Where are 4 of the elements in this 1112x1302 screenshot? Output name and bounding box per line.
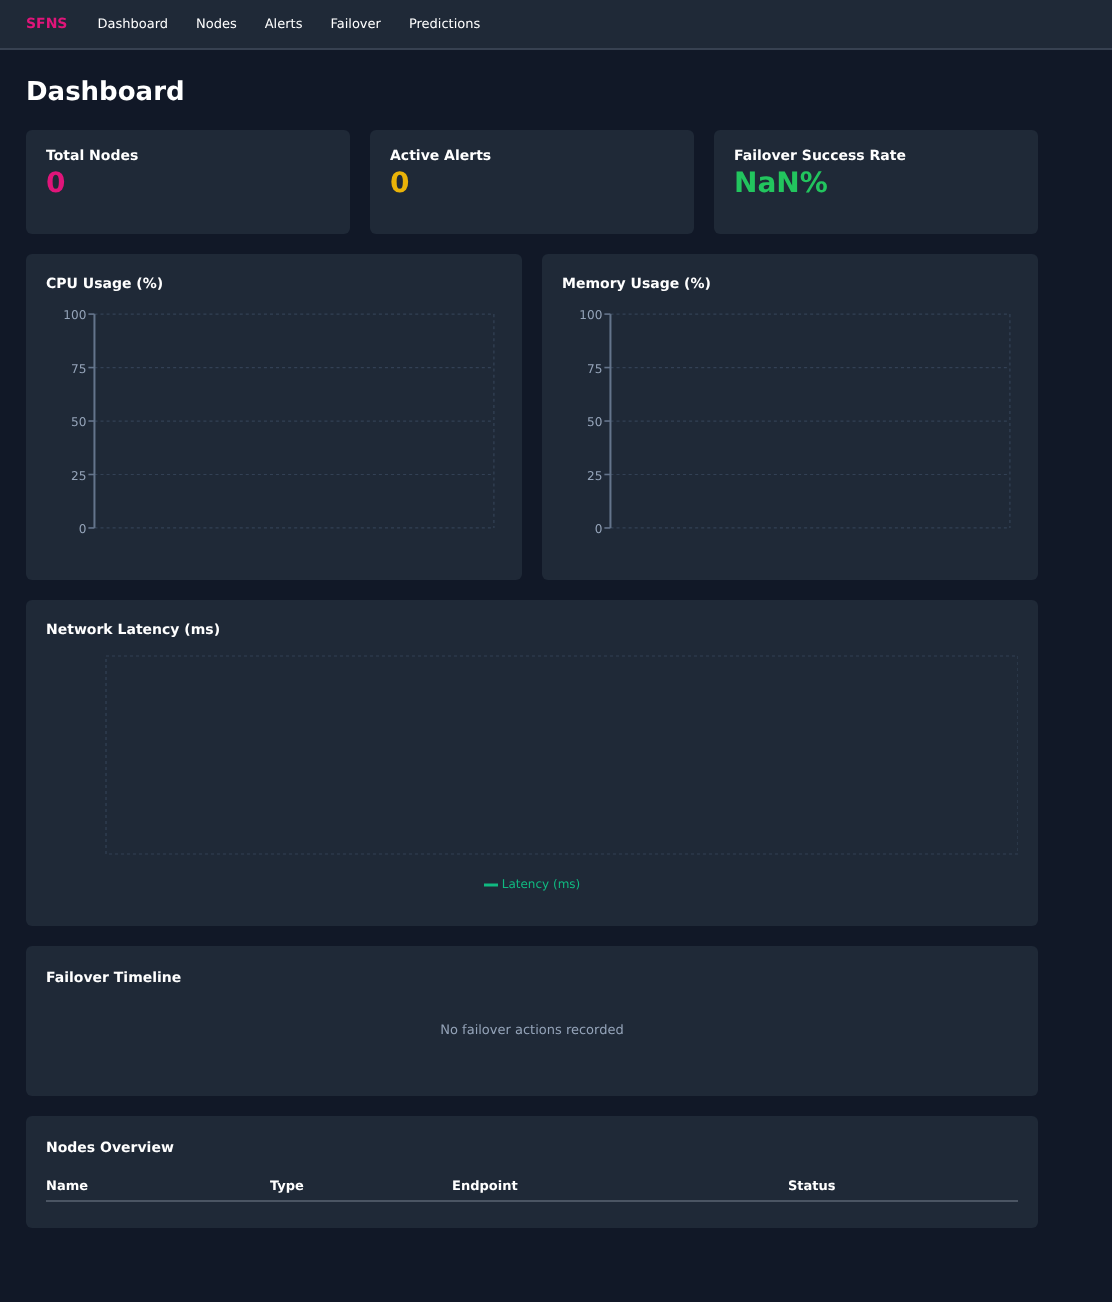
page-title: Dashboard (26, 78, 187, 108)
stat-value: 0 (46, 168, 68, 200)
stat-value: 0 (390, 168, 412, 200)
stat-value: NaN% (734, 168, 830, 200)
